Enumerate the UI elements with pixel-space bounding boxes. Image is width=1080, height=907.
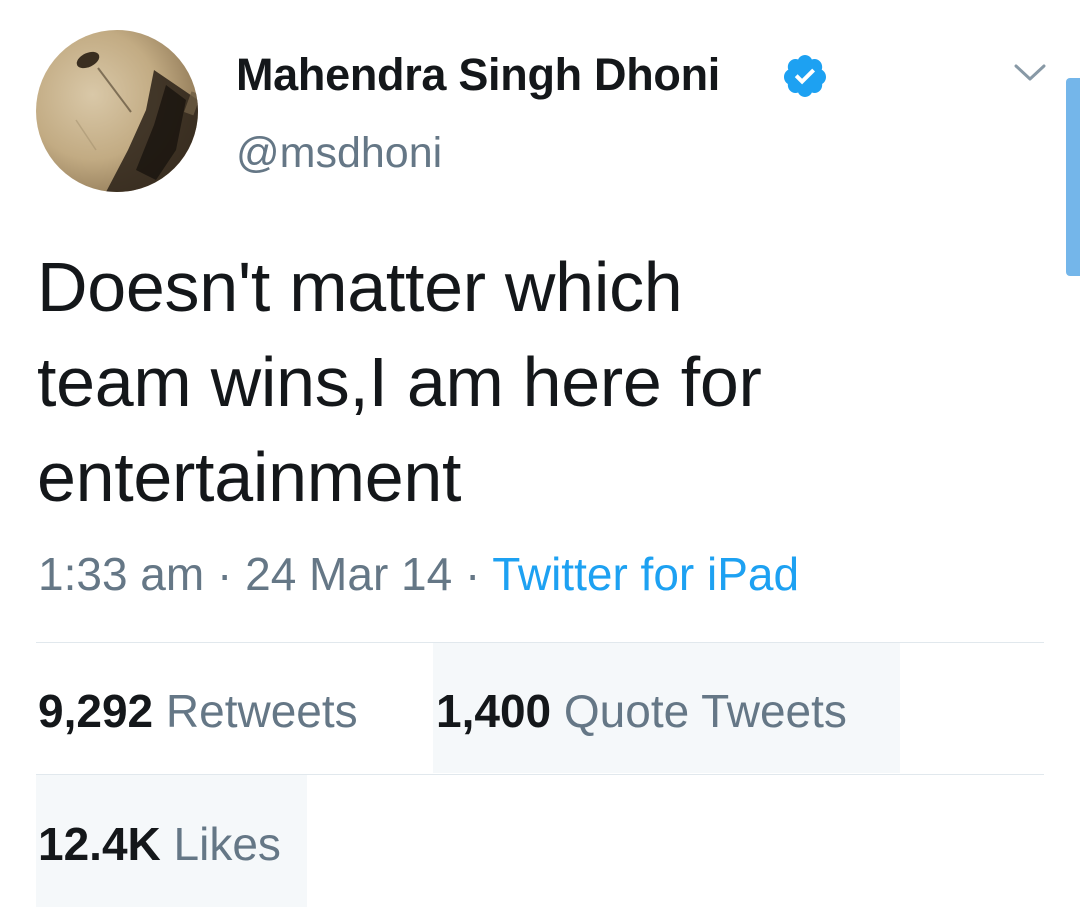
display-name[interactable]: Mahendra Singh Dhoni bbox=[236, 46, 720, 104]
avatar-image bbox=[75, 51, 198, 192]
tweet-meta: 1:33 am · 24 Mar 14 · Twitter for iPad bbox=[38, 546, 799, 602]
verified-badge-icon bbox=[783, 55, 826, 97]
chevron-down-icon[interactable] bbox=[1012, 58, 1048, 88]
meta-separator: · bbox=[217, 548, 233, 600]
tweet-source-link[interactable]: Twitter for iPad bbox=[492, 548, 799, 600]
tweet-text: Doesn't matter which team wins,I am here… bbox=[37, 248, 762, 516]
user-handle[interactable]: @msdhoni bbox=[236, 126, 442, 180]
scrollbar[interactable] bbox=[1066, 78, 1080, 276]
retweets-stat[interactable]: 9,292 Retweets bbox=[38, 683, 358, 739]
meta-separator: · bbox=[465, 548, 481, 600]
quote-tweets-label: Quote Tweets bbox=[563, 685, 847, 737]
quote-tweets-count: 1,400 bbox=[436, 685, 552, 737]
retweets-label: Retweets bbox=[165, 685, 358, 737]
likes-stat[interactable]: 12.4K Likes bbox=[38, 816, 281, 872]
avatar[interactable] bbox=[36, 30, 198, 192]
retweets-count: 9,292 bbox=[38, 685, 154, 737]
likes-count: 12.4K bbox=[38, 818, 161, 870]
quote-tweets-stat[interactable]: 1,400 Quote Tweets bbox=[436, 683, 847, 739]
tweet-date[interactable]: 24 Mar 14 bbox=[245, 548, 452, 600]
tweet-time[interactable]: 1:33 am bbox=[38, 548, 204, 600]
likes-label: Likes bbox=[173, 818, 281, 870]
